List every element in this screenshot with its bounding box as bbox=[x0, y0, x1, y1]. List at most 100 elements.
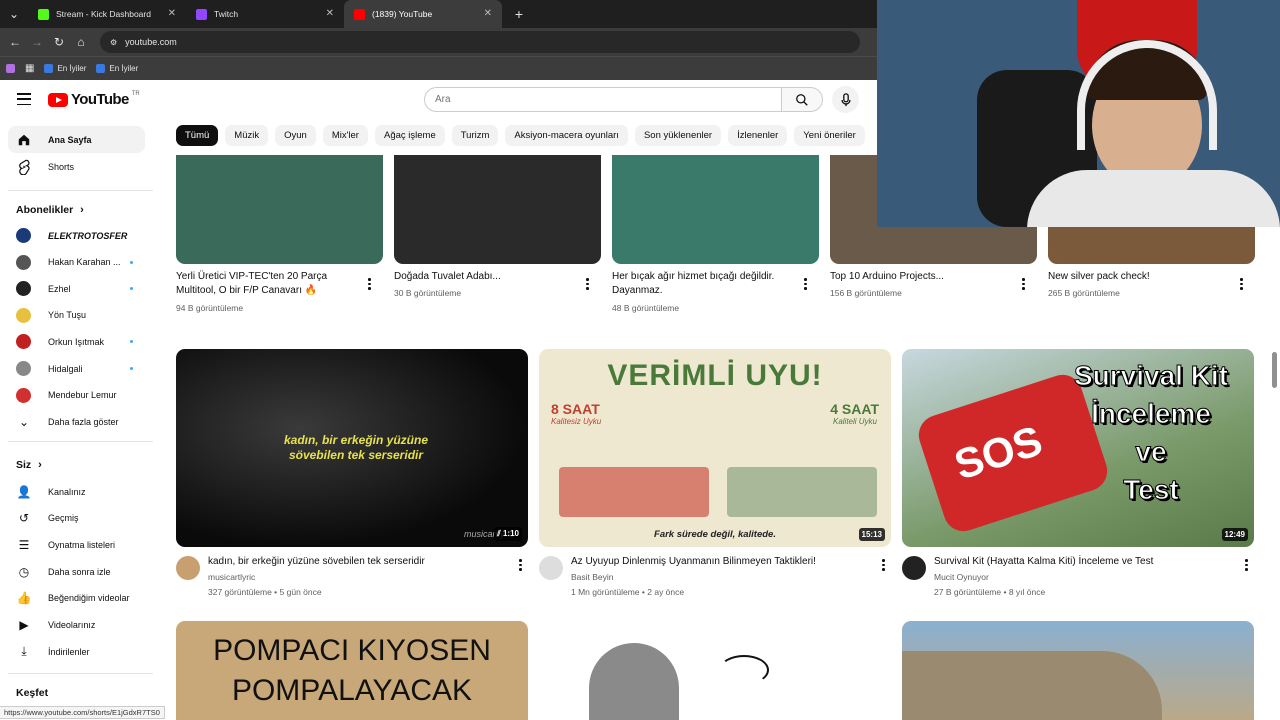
chip-filter[interactable]: Turizm bbox=[451, 125, 499, 146]
short-title[interactable]: New silver pack check! bbox=[1048, 270, 1238, 284]
more-actions-icon[interactable] bbox=[519, 559, 523, 571]
video-title[interactable]: Survival Kit (Hayatta Kalma Kiti) İncele… bbox=[934, 555, 1234, 569]
tab-youtube[interactable]: (1839) YouTube ✕ bbox=[344, 0, 502, 28]
video-thumbnail[interactable]: SOS Survival Kit İnceleme ve Test 12:49 bbox=[902, 349, 1254, 547]
close-icon[interactable]: ✕ bbox=[168, 8, 176, 19]
close-icon[interactable]: ✕ bbox=[484, 8, 492, 19]
chip-filter[interactable]: Aksiyon-macera oyunları bbox=[505, 125, 628, 146]
youtube-logo[interactable]: YouTube TR bbox=[48, 91, 140, 108]
video-thumbnail[interactable] bbox=[539, 621, 891, 720]
show-more-button[interactable]: ⌄ Daha fazla göster bbox=[8, 408, 145, 435]
sidebar-item-subscription[interactable]: Hakan Karahan ... bbox=[8, 249, 145, 276]
channel-name[interactable]: Basit Beyin bbox=[571, 570, 614, 584]
chip-filter[interactable]: Yeni öneriler bbox=[794, 125, 865, 146]
short-thumbnail[interactable] bbox=[394, 155, 601, 264]
more-actions-icon[interactable] bbox=[882, 559, 886, 571]
short-title[interactable]: Top 10 Arduino Projects... bbox=[830, 270, 1020, 284]
reload-icon[interactable]: ↻ bbox=[48, 35, 70, 49]
sidebar-item-subscription[interactable]: Ezhel bbox=[8, 275, 145, 302]
new-tab-icon[interactable]: + bbox=[508, 6, 530, 22]
chip-filter[interactable]: Mix'ler bbox=[322, 125, 368, 146]
channel-avatar[interactable] bbox=[902, 556, 926, 580]
video-thumbnail[interactable]: POMPACI KIYOSEN POMPALAYACAK bbox=[176, 621, 528, 720]
home-nav-icon[interactable]: ⌂ bbox=[70, 35, 92, 49]
more-actions-icon[interactable] bbox=[1022, 278, 1026, 290]
channel-name[interactable]: Mucit Oynuyor bbox=[934, 570, 989, 584]
search-input[interactable] bbox=[424, 87, 782, 112]
extension-icon[interactable] bbox=[6, 64, 15, 73]
sidebar-item-home[interactable]: Ana Sayfa bbox=[8, 126, 145, 153]
short-thumbnail[interactable] bbox=[176, 155, 383, 264]
chip-filter[interactable]: İzlenenler bbox=[728, 125, 788, 146]
chip-all[interactable]: Tümü bbox=[176, 125, 219, 146]
sidebar-item-label: Beğendiğim videolar bbox=[48, 593, 130, 604]
chip-filter[interactable]: Oyun bbox=[275, 125, 316, 146]
channel-avatar[interactable] bbox=[539, 556, 563, 580]
search-button[interactable] bbox=[781, 87, 823, 112]
sidebar-item-video[interactable]: ▶ Videolarınız bbox=[8, 612, 145, 639]
chip-filter[interactable]: Son yüklenenler bbox=[634, 125, 722, 146]
site-info-icon[interactable]: ⚙ bbox=[110, 38, 117, 47]
heading-text: Abonelikler bbox=[16, 204, 74, 216]
tab-title: Stream - Kick Dashboard bbox=[56, 9, 151, 19]
channel-avatar[interactable] bbox=[176, 556, 200, 580]
thumbnail-line: İnceleme bbox=[1091, 398, 1212, 430]
video-thumbnail[interactable]: VERİMLİ UYU! 8 SAAT Kalitesiz Uyku 4 SAA… bbox=[539, 349, 891, 547]
tab-search-icon[interactable]: ⌄ bbox=[0, 7, 28, 21]
back-icon[interactable]: ← bbox=[4, 35, 26, 49]
sidebar-item-label: Geçmiş bbox=[48, 513, 79, 524]
more-actions-icon[interactable] bbox=[586, 278, 590, 290]
sidebar-item-history[interactable]: ↺ Geçmiş bbox=[8, 505, 145, 532]
video-stats: 1 Mn görüntüleme • 2 ay önce bbox=[571, 585, 684, 599]
channel-name[interactable]: musicartlyric bbox=[208, 570, 255, 584]
video-thumbnail[interactable] bbox=[902, 621, 1254, 720]
sidebar-item-shorts[interactable]: Shorts bbox=[8, 153, 145, 180]
tab-kick[interactable]: Stream - Kick Dashboard ✕ bbox=[28, 0, 186, 28]
arrow-doodle bbox=[719, 655, 769, 685]
short-thumbnail[interactable] bbox=[612, 155, 819, 264]
webcam-overlay bbox=[877, 0, 1280, 227]
short-title[interactable]: Her bıçak ağır hizmet bıçağı değildir. Da… bbox=[612, 270, 802, 298]
sidebar-item-subscription[interactable]: Hidalgali bbox=[8, 355, 145, 382]
sidebar-item-subscription[interactable]: Orkun Işıtmak bbox=[8, 328, 145, 355]
history-icon: ↺ bbox=[18, 511, 30, 526]
apps-grid-icon[interactable]: ▦ bbox=[25, 63, 34, 74]
new-content-dot bbox=[130, 367, 133, 370]
short-title[interactable]: Yerli Üretici VIP-TEC'ten 20 Parça Multit… bbox=[176, 270, 366, 298]
tab-twitch[interactable]: Twitch ✕ bbox=[186, 0, 344, 28]
sidebar-item-subscription[interactable]: ELEKTROTOSFER bbox=[8, 222, 145, 249]
new-content-dot bbox=[130, 340, 133, 344]
title-line: Multitool, O bir F/P Canavarı 🔥 bbox=[176, 285, 318, 296]
thumbnail-label-right: 4 SAAT bbox=[830, 401, 879, 417]
sidebar-item-like[interactable]: 👍 Beğendiğim videolar bbox=[8, 585, 145, 612]
close-icon[interactable]: ✕ bbox=[326, 8, 334, 19]
video-title[interactable]: Az Uyuyup Dinlenmiş Uyanmanın Bilinmeyen… bbox=[571, 555, 871, 569]
subscriptions-heading[interactable]: Abonelikler › bbox=[16, 204, 84, 216]
duration-text: 1:10 bbox=[502, 529, 519, 538]
sidebar-item-download[interactable]: ⤓ İndirilenler bbox=[8, 638, 145, 665]
chip-filter[interactable]: Ağaç işleme bbox=[374, 125, 445, 146]
url-field[interactable]: ⚙ youtube.com bbox=[100, 31, 860, 53]
sidebar-item-subscription[interactable]: Yön Tuşu bbox=[8, 302, 145, 329]
forward-icon[interactable]: → bbox=[26, 35, 48, 49]
video-title[interactable]: kadın, bir erkeğin yüzüne sövebilen tek … bbox=[208, 555, 508, 569]
more-actions-icon[interactable] bbox=[804, 278, 808, 290]
view-count: 327 görüntüleme bbox=[208, 587, 272, 597]
sidebar-item-subscription[interactable]: Mendebur Lemur bbox=[8, 382, 145, 409]
sidebar-item-playlist[interactable]: ☰ Oynatma listeleri bbox=[8, 531, 145, 558]
hamburger-menu-icon[interactable] bbox=[17, 93, 31, 105]
more-actions-icon[interactable] bbox=[1245, 559, 1249, 571]
more-actions-icon[interactable] bbox=[368, 278, 372, 290]
more-actions-icon[interactable] bbox=[1240, 278, 1244, 290]
voice-search-button[interactable] bbox=[832, 86, 859, 113]
sidebar-item-channel[interactable]: 👤 Kanalınız bbox=[8, 478, 145, 505]
sidebar-item-label: Mendebur Lemur bbox=[48, 390, 117, 401]
scrollbar-thumb[interactable] bbox=[1272, 352, 1277, 388]
chip-filter[interactable]: Müzik bbox=[225, 125, 269, 146]
video-thumbnail[interactable]: kadın, bir erkeğin yüzüne sövebilen tek … bbox=[176, 349, 528, 547]
bookmark-item[interactable]: En İyiler bbox=[96, 64, 138, 73]
you-heading[interactable]: Siz › bbox=[16, 459, 42, 471]
short-title[interactable]: Doğada Tuvalet Adabı... bbox=[394, 270, 584, 284]
sidebar-item-clock[interactable]: ◷ Daha sonra izle bbox=[8, 558, 145, 585]
bookmark-item[interactable]: En İyiler bbox=[44, 64, 86, 73]
